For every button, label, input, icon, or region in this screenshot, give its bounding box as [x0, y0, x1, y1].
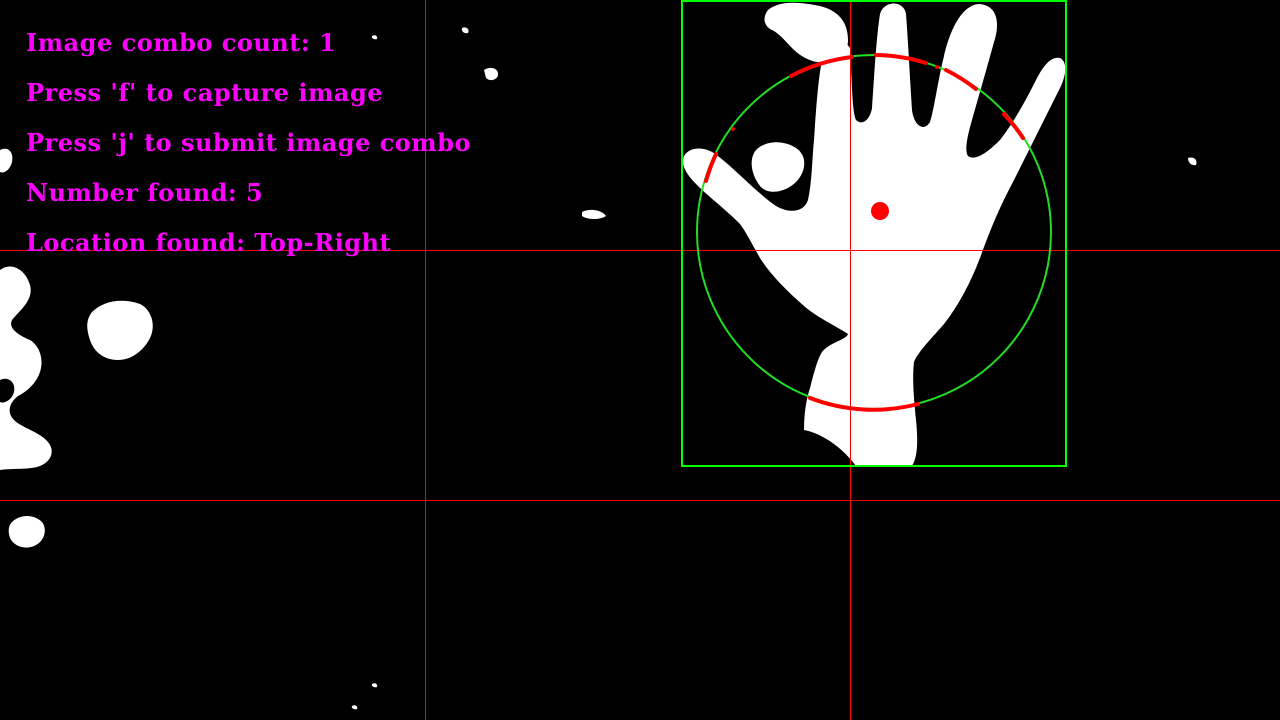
combo-count-label: Image combo count: 1	[26, 28, 337, 57]
hand-silhouette	[682, 2, 1066, 466]
submit-hint-label: Press 'j' to submit image combo	[26, 128, 471, 157]
arc-dot-small	[731, 127, 735, 131]
capture-hint-label: Press 'f' to capture image	[26, 78, 384, 107]
location-found-label: Location found: Top-Right	[26, 228, 392, 257]
camera-frame: Image combo count: 1 Press 'f' to captur…	[0, 0, 1280, 720]
arc-dot-small-2	[935, 65, 939, 69]
quadrant-grid	[0, 0, 1280, 720]
number-found-label: Number found: 5	[26, 178, 264, 207]
threshold-mask-view	[0, 0, 1280, 720]
palm-center-marker	[871, 202, 889, 220]
